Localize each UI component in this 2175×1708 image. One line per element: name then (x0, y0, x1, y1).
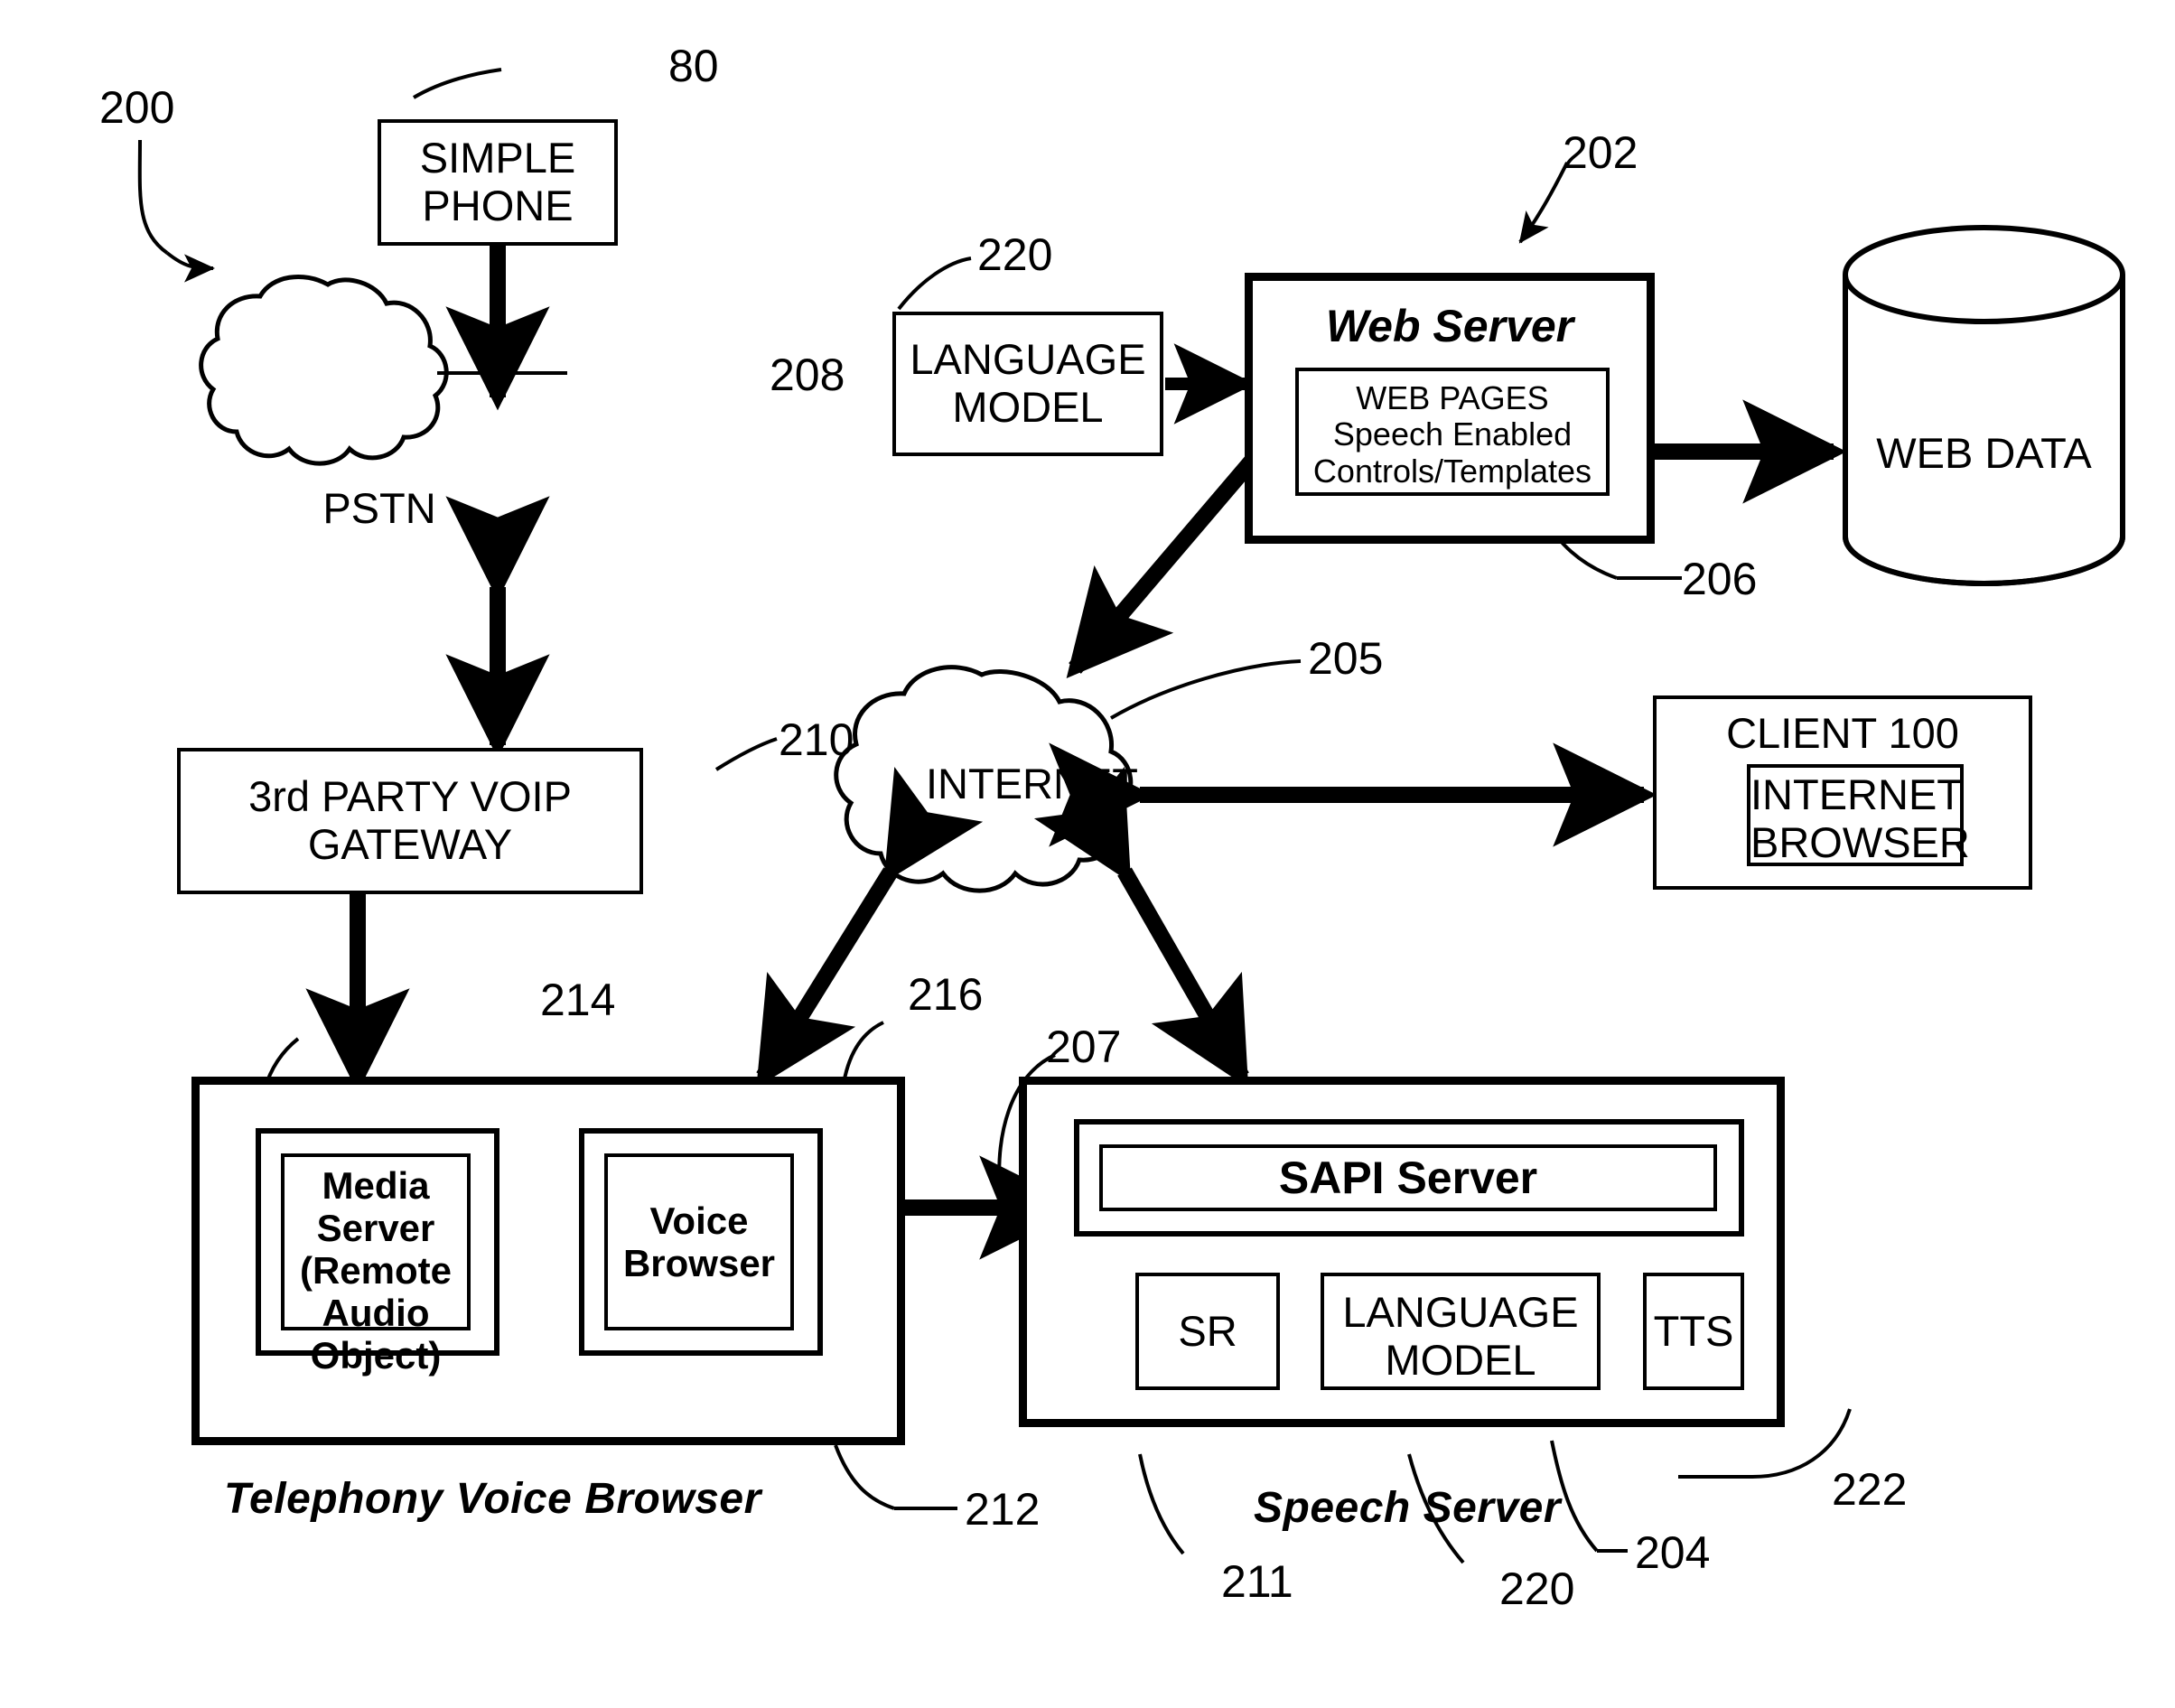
reference-216: 216 (908, 969, 984, 1020)
internet-browser-line1: INTERNET (1750, 770, 1963, 818)
sapi-server-label: SAPI Server (1278, 1153, 1538, 1203)
media-server-line1: Media Server (316, 1164, 435, 1250)
simple-phone-label: SIMPLE PHONE (419, 134, 576, 229)
system-reference-200: 200 (99, 82, 175, 133)
reference-208: 208 (770, 350, 845, 400)
node-voip-gateway[interactable]: 3rd PARTY VOIP GATEWAY (177, 748, 643, 894)
reference-202: 202 (1563, 127, 1638, 178)
leader-220-top (897, 257, 972, 311)
reference-212: 212 (965, 1484, 1041, 1535)
node-telephony-voice-browser[interactable]: Media Server (Remote Audio Object) Voice… (191, 1077, 905, 1445)
arrow-internet-speechserver (1033, 766, 1249, 1088)
reference-214: 214 (540, 975, 616, 1025)
node-pstn-label: PSTN (322, 484, 436, 532)
node-web-data-label: WEB DATA (1876, 429, 2092, 477)
reference-204: 204 (1635, 1527, 1711, 1578)
telephony-voice-browser-caption: Telephony Voice Browser (224, 1475, 761, 1523)
web-pages-line3: Controls/Templates (1312, 452, 1592, 490)
leader-202 (1518, 162, 1569, 244)
internet-browser-line2: BROWSER (1750, 817, 1970, 866)
language-model-top-label: LANGUAGE MODEL (910, 335, 1146, 431)
voice-browser-line1: Voice (649, 1199, 749, 1242)
node-language-model-top[interactable]: LANGUAGE MODEL (892, 312, 1163, 456)
sr-label: SR (1178, 1306, 1237, 1355)
reference-205: 205 (1308, 633, 1384, 684)
media-server-line2: (Remote (299, 1249, 453, 1293)
reference-207: 207 (1046, 1022, 1122, 1072)
media-server-line3: Audio (322, 1292, 430, 1335)
node-web-pages[interactable]: WEB PAGES Speech Enabled Controls/Templa… (1295, 368, 1610, 496)
node-media-server-outer[interactable]: Media Server (Remote Audio Object) (256, 1128, 499, 1377)
reference-222: 222 (1832, 1464, 1908, 1515)
node-voice-browser-outer[interactable]: Voice Browser (579, 1128, 823, 1356)
leader-211 (1138, 1453, 1185, 1555)
speech-server-caption: Speech Server (1254, 1484, 1562, 1532)
node-sapi-server[interactable]: SAPI Server (1099, 1144, 1717, 1211)
reference-210: 210 (779, 714, 854, 765)
web-data-cylinder (1843, 225, 2125, 586)
leader-210 (714, 737, 778, 771)
web-server-title: Web Server (1325, 301, 1574, 351)
leader-80 (412, 68, 502, 99)
voip-gateway-label: 3rd PARTY VOIP GATEWAY (248, 772, 572, 868)
reference-220-speech: 220 (1499, 1563, 1575, 1614)
pstn-cloud (199, 274, 449, 466)
web-pages-line1: WEB PAGES (1356, 379, 1549, 416)
tts-label: TTS (1653, 1306, 1734, 1355)
arrow-internet-tvb (756, 766, 984, 1088)
voice-browser-line2: Browser (622, 1242, 776, 1284)
node-tts[interactable]: TTS (1643, 1273, 1744, 1390)
leader-205 (1109, 659, 1302, 720)
node-sapi-server-outer[interactable]: SAPI Server (1074, 1119, 1744, 1237)
node-sr[interactable]: SR (1135, 1273, 1280, 1390)
media-server-line4: Object) (310, 1334, 442, 1377)
node-simple-phone[interactable]: SIMPLE PHONE (378, 119, 618, 246)
reference-211: 211 (1221, 1556, 1293, 1607)
node-internet-label: INTERNET (926, 760, 1138, 807)
reference-80: 80 (668, 41, 719, 91)
node-internet-browser[interactable]: INTERNET BROWSER (1747, 764, 1970, 866)
node-client[interactable]: CLIENT 100 INTERNET BROWSER (1653, 695, 2032, 890)
arrow-webserver-internet (1066, 357, 1351, 678)
node-voice-browser[interactable]: Voice Browser (604, 1153, 794, 1330)
language-model-speech-line2: MODEL (1385, 1335, 1536, 1384)
node-language-model-speech[interactable]: LANGUAGE MODEL (1321, 1273, 1601, 1390)
node-media-server[interactable]: Media Server (Remote Audio Object) (281, 1153, 471, 1377)
client-title: CLIENT 100 (1726, 709, 1959, 757)
reference-206: 206 (1682, 554, 1758, 604)
web-pages-line2: Speech Enabled (1332, 415, 1573, 453)
leader-212 (834, 1444, 895, 1510)
node-web-server[interactable]: Web Server WEB PAGES Speech Enabled Cont… (1245, 273, 1655, 544)
reference-220-top: 220 (977, 229, 1053, 280)
language-model-speech-line1: LANGUAGE (1342, 1288, 1579, 1336)
patent-figure-canvas: 200 SIMPLE PHONE 80 PSTN 208 3rd PARTY V… (0, 0, 2175, 1708)
leader-200 (137, 139, 215, 283)
node-speech-server[interactable]: SAPI Server SR LANGUAGE MODEL TTS (1019, 1077, 1785, 1427)
